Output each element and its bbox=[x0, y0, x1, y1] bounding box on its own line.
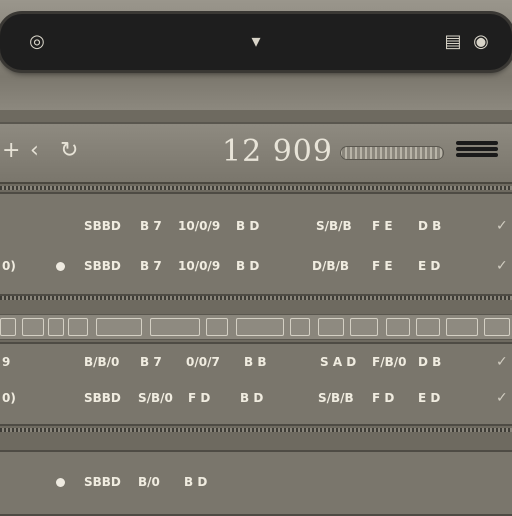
toolbar-strip bbox=[0, 314, 512, 340]
slider-control[interactable] bbox=[340, 146, 444, 160]
table-row[interactable]: 0) SBBD S/B/0 F D B D S/B/B F D E D ✓ bbox=[0, 384, 512, 414]
cell-lead: 9 bbox=[2, 355, 11, 369]
cell-g: E D bbox=[418, 391, 441, 405]
cell-c: 0/0/7 bbox=[186, 355, 220, 369]
cell-f: F/B/0 bbox=[372, 355, 407, 369]
divider bbox=[0, 296, 512, 300]
cell-d: B D bbox=[236, 259, 260, 273]
table-row[interactable]: 9 B/B/0 B 7 0/0/7 B B S A D F/B/0 D B ✓ bbox=[0, 348, 512, 378]
tool-button[interactable] bbox=[350, 318, 378, 336]
tool-button[interactable] bbox=[150, 318, 200, 336]
cell-b: B 7 bbox=[140, 355, 162, 369]
tool-button[interactable] bbox=[0, 318, 16, 336]
header-bar: + ‹ ↻ 12 909 bbox=[0, 122, 512, 184]
hamburger-icon[interactable] bbox=[456, 139, 498, 165]
cell-d: B D bbox=[236, 219, 260, 233]
table-row[interactable]: SBBD B/0 B D bbox=[0, 468, 512, 498]
cell-b: B 7 bbox=[140, 259, 162, 273]
table-row[interactable]: SBBD B 7 10/0/9 B D S/B/B F E D B ✓ bbox=[0, 212, 512, 242]
tool-button[interactable] bbox=[446, 318, 478, 336]
value-readout: 12 909 bbox=[222, 134, 333, 169]
cell-a: SBBD bbox=[84, 259, 121, 273]
cell-c: F D bbox=[188, 391, 211, 405]
table-row[interactable]: 0) SBBD B 7 10/0/9 B D D/B/B F E E D ✓ bbox=[0, 252, 512, 282]
cell-a: SBBD bbox=[84, 219, 121, 233]
panel-2: 9 B/B/0 B 7 0/0/7 B B S A D F/B/0 D B ✓ … bbox=[0, 342, 512, 426]
chevron-icon[interactable]: ✓ bbox=[496, 390, 508, 406]
cell-e: S/B/B bbox=[316, 219, 352, 233]
cell-b: B 7 bbox=[140, 219, 162, 233]
panel-1: SBBD B 7 10/0/9 B D S/B/B F E D B ✓ 0) S… bbox=[0, 192, 512, 296]
plus-icon[interactable]: + bbox=[2, 138, 20, 163]
cell-b: B/0 bbox=[138, 475, 160, 489]
tool-button[interactable] bbox=[416, 318, 440, 336]
cell-b: S/B/0 bbox=[138, 391, 173, 405]
back-icon[interactable]: ‹ bbox=[30, 138, 39, 163]
chevron-icon[interactable]: ✓ bbox=[496, 218, 508, 234]
tool-button[interactable] bbox=[96, 318, 142, 336]
spinner-icon[interactable]: ▾ bbox=[245, 31, 267, 53]
cell-d: B B bbox=[244, 355, 267, 369]
tool-button[interactable] bbox=[318, 318, 344, 336]
cell-f: F D bbox=[372, 391, 395, 405]
cell-lead: 0) bbox=[2, 259, 16, 273]
refresh-icon[interactable]: ↻ bbox=[60, 138, 78, 163]
divider bbox=[0, 186, 512, 190]
panel-3: SBBD B/0 B D bbox=[0, 450, 512, 516]
divider bbox=[0, 428, 512, 432]
cell-g: D B bbox=[418, 219, 442, 233]
cell-g: D B bbox=[418, 355, 442, 369]
cell-g: E D bbox=[418, 259, 441, 273]
cell-e: S/B/B bbox=[318, 391, 354, 405]
cell-c: 10/0/9 bbox=[178, 259, 221, 273]
spiral-icon[interactable]: ◎ bbox=[26, 31, 48, 53]
tool-button[interactable] bbox=[22, 318, 44, 336]
cell-d: B D bbox=[240, 391, 264, 405]
tool-button[interactable] bbox=[290, 318, 310, 336]
status-dot bbox=[56, 478, 65, 487]
tool-button[interactable] bbox=[206, 318, 228, 336]
cell-lead: 0) bbox=[2, 391, 16, 405]
cell-a: SBBD bbox=[84, 391, 121, 405]
chevron-icon[interactable]: ✓ bbox=[496, 354, 508, 370]
tool-button[interactable] bbox=[48, 318, 64, 336]
cell-c: B D bbox=[184, 475, 208, 489]
cell-e: D/B/B bbox=[312, 259, 350, 273]
status-dot bbox=[56, 262, 65, 271]
target-icon[interactable]: ◉ bbox=[470, 31, 492, 53]
tool-button[interactable] bbox=[484, 318, 510, 336]
cell-e: S A D bbox=[320, 355, 357, 369]
cell-c: 10/0/9 bbox=[178, 219, 221, 233]
tool-button[interactable] bbox=[386, 318, 410, 336]
chevron-icon[interactable]: ✓ bbox=[496, 258, 508, 274]
cell-a: B/B/0 bbox=[84, 355, 120, 369]
top-bar: ◎ ▾ ▤ ◉ bbox=[0, 14, 512, 70]
window-icon[interactable]: ▤ bbox=[442, 31, 464, 53]
cell-f: F E bbox=[372, 259, 393, 273]
tool-button[interactable] bbox=[68, 318, 88, 336]
cell-a: SBBD bbox=[84, 475, 121, 489]
cell-f: F E bbox=[372, 219, 393, 233]
tool-button[interactable] bbox=[236, 318, 284, 336]
